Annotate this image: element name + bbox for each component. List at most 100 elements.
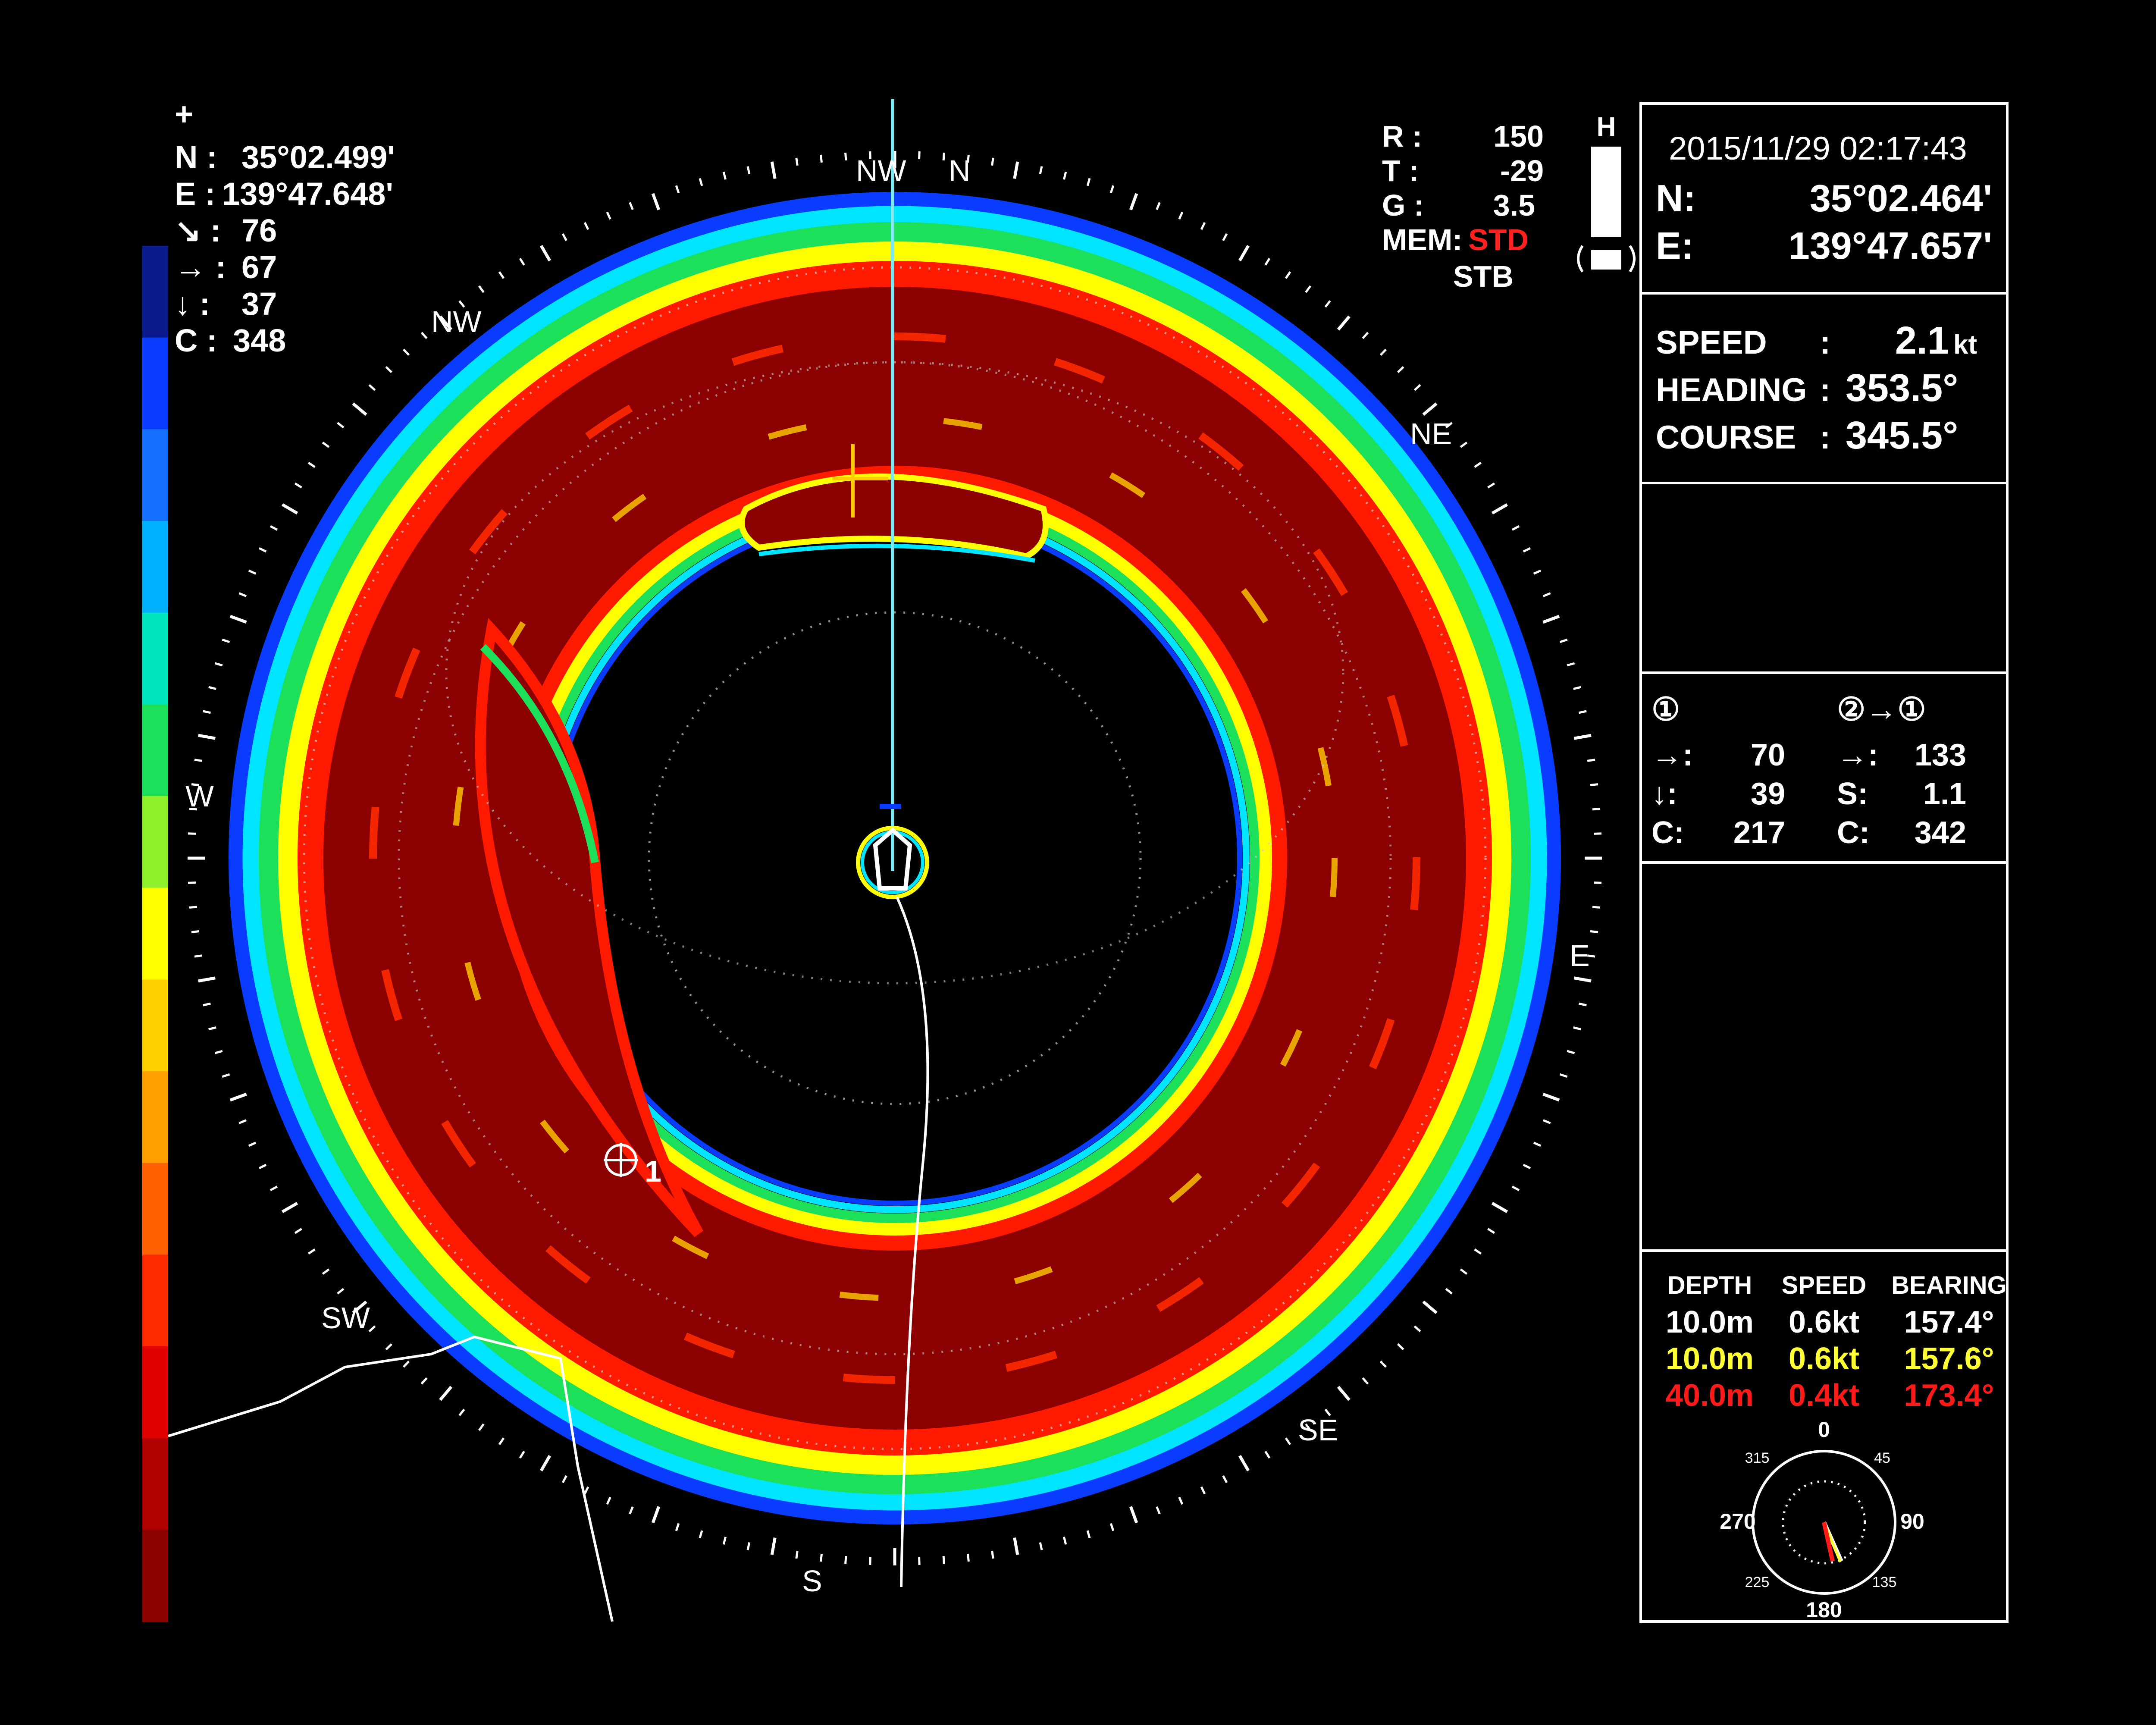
- marker-b-icon: ②→①: [1837, 691, 1926, 727]
- compass-nw: NW: [431, 305, 482, 339]
- current-header-depth: DEPTH: [1667, 1271, 1752, 1299]
- bearing-tick: [1573, 686, 1581, 690]
- bearing-tick: [1109, 185, 1115, 194]
- dial-label-225: 225: [1745, 1574, 1770, 1590]
- bearing-tick: [1222, 1475, 1228, 1484]
- cursor-lat-label: N :: [175, 139, 217, 175]
- bearing-tick: [258, 1164, 267, 1170]
- bearing-tick: [918, 1557, 921, 1565]
- bearing-tick: [1487, 482, 1495, 489]
- cursor-lon-label: E :: [175, 176, 216, 212]
- bearing-tick: [1086, 1530, 1091, 1539]
- compass-se: SE: [1298, 1413, 1338, 1447]
- own-lat-label: N:: [1656, 177, 1696, 220]
- dial-label-135: 135: [1872, 1574, 1897, 1590]
- tilt-label: T :: [1382, 154, 1419, 188]
- color-scale-step: [142, 888, 168, 980]
- gain-label: G :: [1382, 188, 1424, 222]
- bearing-tick: [1567, 662, 1575, 667]
- marker-a-horizontal-label: →:: [1651, 738, 1693, 772]
- bearing-tick: [194, 759, 203, 762]
- bearing-tick: [1460, 441, 1468, 448]
- bearing-tick: [1542, 1092, 1560, 1102]
- bearing-tick: [1397, 366, 1404, 373]
- bearing-tick: [1422, 1300, 1438, 1314]
- bearing-tick: [722, 1537, 727, 1545]
- bearing-tick: [194, 954, 203, 958]
- datetime: 2015/11/29 02:17:43: [1669, 130, 1967, 167]
- bearing-tick: [583, 222, 589, 230]
- compass-n: N: [949, 154, 971, 188]
- bearing-tick: [368, 384, 376, 391]
- tilt-value: -29: [1500, 154, 1544, 188]
- bearing-tick: [942, 152, 945, 161]
- bearing-tick: [991, 157, 994, 166]
- bearing-tick: [1511, 525, 1520, 531]
- bearing-tick: [229, 615, 247, 624]
- bearing-tick: [606, 211, 611, 220]
- color-scale-step: [142, 979, 168, 1072]
- hull-position-bar: [1591, 147, 1621, 237]
- bearing-tick: [1542, 592, 1551, 597]
- marker-a-horizontal-value: 70: [1751, 738, 1785, 772]
- bearing-tick: [606, 1496, 611, 1505]
- bearing-tick: [746, 1542, 751, 1550]
- bearing-tick: [1487, 1228, 1495, 1234]
- marker-b-horizontal-value: 133: [1915, 738, 1966, 772]
- bearing-tick: [1109, 1523, 1115, 1531]
- bearing-tick: [478, 1423, 485, 1431]
- bearing-tick: [1445, 1288, 1453, 1295]
- bearing-tick: [561, 1475, 567, 1484]
- bearing-tick: [967, 1553, 970, 1562]
- color-scale-step: [142, 796, 168, 888]
- current-direction-dial: 0 180 270 90 45 135 225 315: [1720, 1418, 1924, 1622]
- bearing-tick: [918, 151, 921, 160]
- bearing-tick: [1491, 1201, 1508, 1214]
- marker-a-depth-value: 39: [1751, 777, 1785, 811]
- dial-label-45: 45: [1874, 1450, 1890, 1466]
- bearing-tick: [368, 1325, 376, 1333]
- compass-sw: SW: [321, 1301, 370, 1335]
- bearing-tick: [629, 202, 634, 210]
- compass-s: S: [802, 1564, 822, 1598]
- bearing-tick: [1178, 1496, 1184, 1505]
- bearing-tick: [1285, 271, 1291, 279]
- bearing-tick: [294, 1228, 302, 1234]
- bearing-tick: [1337, 315, 1351, 331]
- bearing-tick: [1559, 1073, 1568, 1078]
- bearing-tick: [1039, 166, 1043, 174]
- bearing-tick: [208, 686, 216, 690]
- bearing-tick: [322, 441, 330, 448]
- bearing-tick: [519, 257, 525, 266]
- color-scale-step: [142, 1071, 168, 1164]
- bearing-tick: [629, 1506, 634, 1515]
- sonar-echo-ring: [229, 192, 1561, 1524]
- bearing-tick: [1129, 193, 1138, 210]
- blank-box-1: [1639, 482, 2009, 674]
- bearing-tick: [1491, 503, 1508, 515]
- bearing-tick: [248, 569, 257, 575]
- bearing-tick: [222, 638, 230, 643]
- speed-label: SPEED: [1656, 324, 1767, 361]
- info-panel: 2015/11/29 02:17:43 N: 35°02.464' E: 139…: [1639, 102, 2009, 1623]
- cursor-mark: +: [175, 96, 193, 132]
- cursor-lon-value: 139°47.648': [222, 176, 393, 212]
- marker-b-speed-label: S:: [1837, 777, 1868, 811]
- bearing-tick: [869, 1557, 871, 1565]
- bearing-tick: [478, 285, 485, 293]
- bearing-tick: [1579, 710, 1587, 714]
- current-header-speed: SPEED: [1782, 1271, 1867, 1299]
- bearing-tick: [498, 271, 505, 279]
- bearing-tick: [1574, 734, 1592, 740]
- course-label: COURSE: [1656, 419, 1796, 456]
- echo-inner-blue: [547, 511, 1242, 1206]
- bearing-tick: [281, 503, 298, 515]
- bearing-tick: [1222, 233, 1228, 242]
- bearing-tick: [198, 734, 216, 740]
- sonar-settings-readout: R : 150 T : -29 G : 3.5 MEM: STD STB: [1382, 119, 1544, 293]
- color-scale-step: [142, 704, 168, 797]
- bearing-tick: [675, 185, 680, 194]
- bearing-tick: [208, 1026, 216, 1031]
- dial-label-270: 270: [1720, 1509, 1755, 1534]
- bearing-tick: [403, 348, 410, 356]
